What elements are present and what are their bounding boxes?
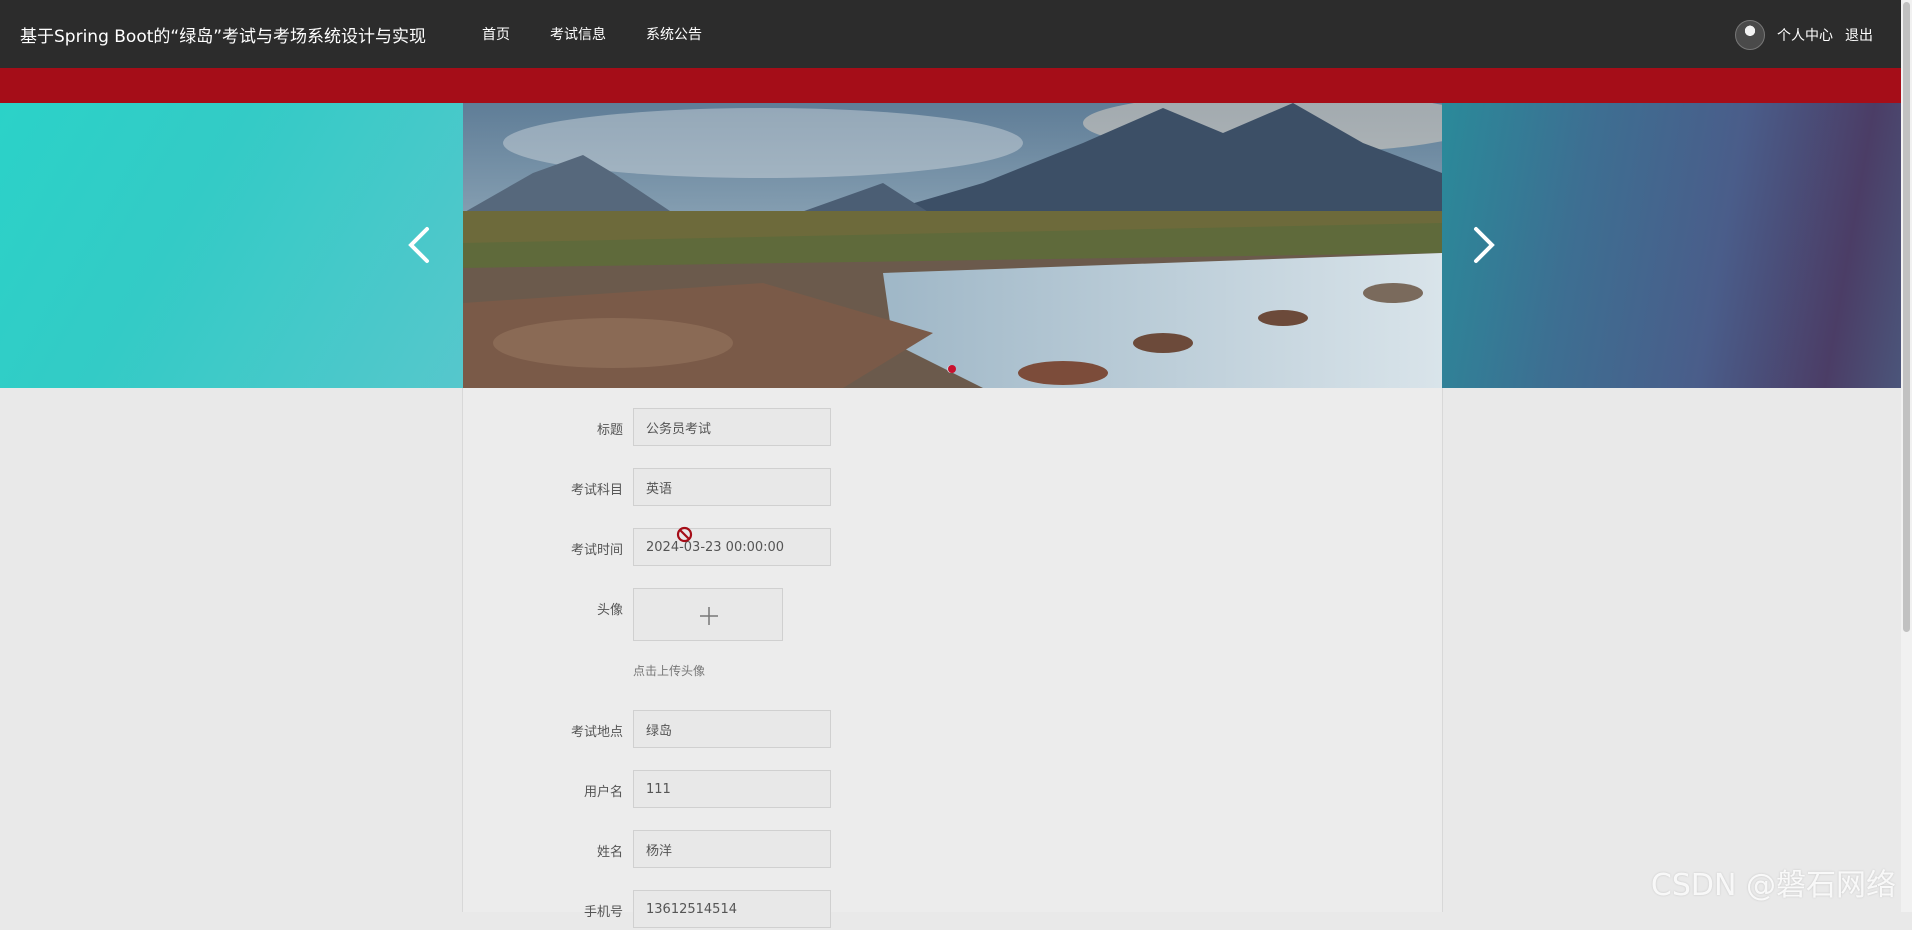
not-allowed-cursor-icon [676,526,693,543]
name-label: 姓名 [463,841,623,860]
username-label: 用户名 [463,781,623,800]
location-label: 考试地点 [463,721,623,740]
carousel-active-slide [463,103,1442,388]
banner-carousel [0,103,1901,388]
form-row-name: 姓名 [463,830,1442,870]
nav-home[interactable]: 首页 [482,24,510,44]
form-row-exam-time: 考试时间 [463,528,1442,568]
nav-exam-info[interactable]: 考试信息 [550,24,606,44]
exam-time-label: 考试时间 [463,539,623,558]
scrollbar-thumb[interactable] [1903,2,1910,632]
carousel-indicator-active[interactable] [948,365,956,373]
phone-label: 手机号 [463,901,623,920]
plus-icon [634,589,784,642]
exam-detail-form: 标题 考试科目 考试时间 头像 点击上传头像 考试地点 用户名 姓名 手机号 [462,388,1443,912]
user-avatar[interactable] [1735,20,1765,50]
form-row-location: 考试地点 [463,710,1442,750]
exam-time-input[interactable] [633,528,831,566]
logout-link[interactable]: 退出 [1845,25,1873,45]
site-title: 基于Spring Boot的“绿岛”考试与考场系统设计与实现 [20,22,426,47]
carousel-next-slide [1442,103,1901,388]
title-label: 标题 [463,419,623,438]
top-navbar: 基于Spring Boot的“绿岛”考试与考场系统设计与实现 首页 考试信息 系… [0,0,1901,68]
nav-announcements[interactable]: 系统公告 [646,24,702,44]
title-input[interactable] [633,408,831,446]
landscape-image [463,103,1442,388]
carousel-prev-slide [0,103,463,388]
profile-link[interactable]: 个人中心 [1777,25,1833,45]
subject-label: 考试科目 [463,479,623,498]
form-row-username: 用户名 [463,770,1442,810]
name-input[interactable] [633,830,831,868]
form-row-title: 标题 [463,408,1442,448]
upload-hint: 点击上传头像 [633,662,705,679]
page-scrollbar[interactable] [1901,0,1912,912]
username-input[interactable] [633,770,831,808]
watermark: CSDN @磐石网络 [1651,860,1896,904]
chevron-right-icon[interactable] [1462,223,1502,267]
avatar-label: 头像 [463,599,623,618]
form-row-subject: 考试科目 [463,468,1442,508]
phone-input[interactable] [633,890,831,928]
form-row-phone: 手机号 [463,890,1442,930]
subject-input[interactable] [633,468,831,506]
form-row-avatar: 头像 点击上传头像 [463,588,1442,688]
location-input[interactable] [633,710,831,748]
user-area: 个人中心 退出 [1735,20,1873,50]
chevron-left-icon[interactable] [401,223,441,267]
avatar-upload-box[interactable] [633,588,783,641]
main-nav: 首页 考试信息 系统公告 [482,24,702,44]
accent-bar [0,68,1901,103]
